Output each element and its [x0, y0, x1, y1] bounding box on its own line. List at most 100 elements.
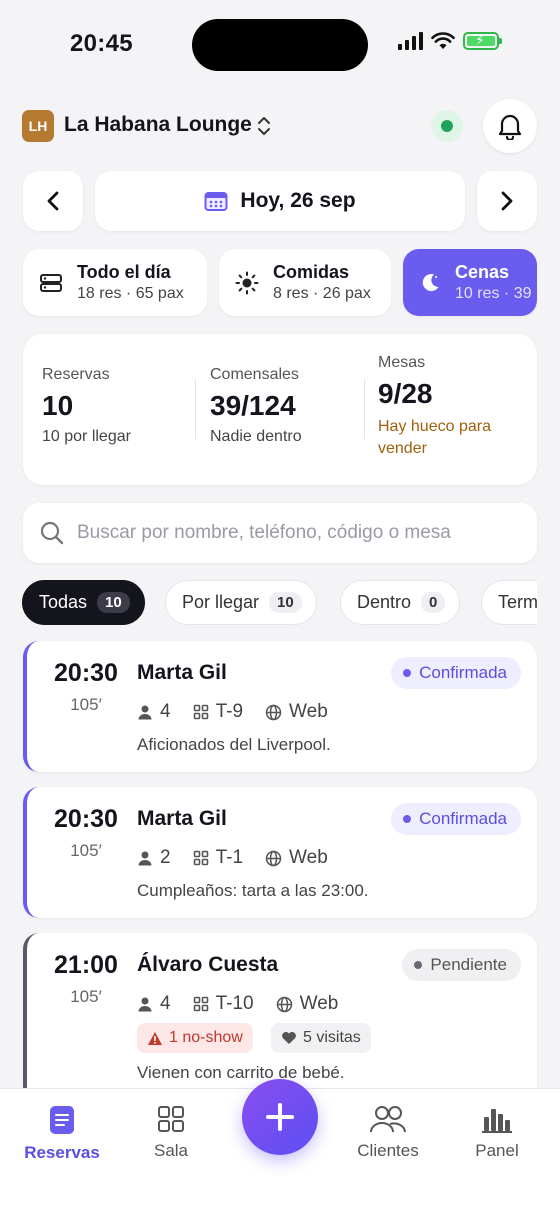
bell-icon — [498, 114, 522, 140]
date-selector[interactable]: Hoy, 26 sep — [95, 171, 465, 231]
source-label: Web — [289, 701, 328, 722]
service-subtitle: 8 res · 26 pax — [273, 285, 371, 302]
noshow-tag: 1 no-show — [137, 1023, 253, 1053]
bar-chart-icon — [482, 1109, 512, 1133]
nav-label: Panel — [475, 1141, 519, 1160]
service-tab-comidas[interactable]: Comidas 8 res · 26 pax — [219, 249, 391, 316]
stat-divider — [195, 379, 196, 439]
notifications-button[interactable] — [483, 99, 537, 153]
chevron-right-icon — [501, 191, 513, 211]
status-label: Pendiente — [430, 955, 507, 974]
status-label: Confirmada — [419, 809, 507, 828]
status-badge[interactable]: Confirmada — [391, 803, 521, 835]
moon-icon — [422, 273, 439, 291]
status-badge[interactable]: Pendiente — [402, 949, 521, 981]
table-grid-icon — [193, 704, 208, 720]
reservation-card[interactable]: 20:30 105′ Marta Gil Confirmada 2 T-1 We… — [23, 787, 537, 918]
table-grid-icon — [193, 996, 208, 1012]
chip-label: Dentro — [357, 592, 412, 612]
service-title: Cenas — [455, 262, 510, 282]
stat-sub: 10 por llegar — [42, 428, 131, 445]
prev-day-button[interactable] — [23, 171, 83, 231]
reservation-duration: 105′ — [70, 987, 102, 1006]
service-tab-todo-el-dia[interactable]: Todo el día 18 res · 65 pax — [23, 249, 207, 316]
chip-count: 0 — [421, 592, 446, 613]
venue-avatar[interactable]: LH — [22, 110, 54, 142]
globe-icon — [276, 996, 292, 1012]
reservation-card[interactable]: 21:00 105′ Álvaro Cuesta Pendiente 4 T-1… — [23, 933, 537, 1103]
status-time: 20:45 — [70, 30, 133, 57]
nav-label: Clientes — [357, 1141, 419, 1160]
service-tab-cenas[interactable]: Cenas 10 res · 39 — [403, 249, 537, 316]
next-day-button[interactable] — [477, 171, 537, 231]
online-status-indicator — [431, 110, 463, 142]
list-icon — [40, 273, 62, 292]
status-badge[interactable]: Confirmada — [391, 657, 521, 689]
chip-count: 10 — [269, 592, 302, 613]
person-icon — [138, 997, 152, 1012]
signal-icon — [398, 32, 423, 50]
service-subtitle: 10 res · 39 — [455, 285, 532, 302]
calendar-icon — [204, 192, 228, 211]
nav-panel[interactable]: Panel — [447, 1105, 547, 1161]
add-reservation-button[interactable] — [242, 1079, 318, 1155]
dynamic-island — [192, 19, 368, 71]
nav-sala[interactable]: Sala — [121, 1105, 221, 1161]
stat-warning: Hay hueco para vender — [378, 418, 491, 457]
reservation-note: Aficionados del Liverpool. — [137, 735, 331, 754]
nav-reservas[interactable]: Reservas — [12, 1105, 112, 1163]
visits-label: 5 visitas — [303, 1029, 361, 1046]
stat-sub: Nadie dentro — [210, 428, 302, 445]
noshow-label: 1 no-show — [169, 1029, 243, 1046]
reservation-time: 20:30 — [54, 805, 118, 833]
chip-count: 10 — [97, 592, 130, 613]
filter-chip-por-llegar[interactable]: Por llegar 10 — [165, 580, 317, 625]
table-label: T-10 — [215, 993, 254, 1014]
reservation-meta: 4 T-9 Web — [137, 701, 328, 723]
filter-chip-todas[interactable]: Todas 10 — [22, 580, 145, 625]
pax-count: 4 — [160, 701, 171, 722]
wifi-icon — [431, 32, 455, 49]
search-input[interactable] — [77, 522, 507, 544]
guest-name: Álvaro Cuesta — [137, 953, 279, 976]
sun-icon — [235, 271, 259, 294]
reservation-meta: 2 T-1 Web — [137, 847, 328, 869]
service-title: Todo el día — [77, 262, 171, 282]
reservation-meta: 4 T-10 Web — [137, 993, 338, 1015]
source-label: Web — [299, 993, 339, 1014]
table-label: T-9 — [215, 701, 244, 722]
table-label: T-1 — [215, 847, 244, 868]
chevron-up-down-icon[interactable] — [256, 114, 272, 138]
reservation-time: 20:30 — [54, 659, 118, 687]
reservation-duration: 105′ — [70, 695, 102, 714]
stat-label: Comensales — [210, 366, 299, 383]
filter-chip-terminadas[interactable]: Term — [481, 580, 537, 625]
reservation-note: Cumpleaños: tarta a las 23:00. — [137, 881, 369, 900]
chip-label: Por llegar — [182, 592, 260, 612]
service-subtitle: 18 res · 65 pax — [77, 285, 184, 302]
visits-tag: 5 visitas — [271, 1023, 371, 1053]
stat-value: 9/28 — [378, 378, 433, 409]
status-label: Confirmada — [419, 663, 507, 682]
plus-icon — [266, 1103, 294, 1131]
date-label: Hoy, 26 sep — [240, 189, 356, 212]
reservation-note: Vienen con carrito de bebé. — [137, 1063, 345, 1082]
stat-divider — [364, 379, 365, 439]
venue-name[interactable]: La Habana Lounge — [64, 113, 252, 137]
table-grid-icon — [193, 850, 208, 866]
nav-clientes[interactable]: Clientes — [338, 1105, 438, 1161]
status-icons: ⚡ — [398, 32, 502, 50]
search-bar[interactable] — [23, 503, 537, 563]
reservations-icon — [50, 1106, 74, 1134]
nav-label: Sala — [153, 1141, 189, 1160]
pax-count: 2 — [160, 847, 171, 868]
nav-label: Reservas — [24, 1143, 100, 1162]
person-icon — [138, 705, 152, 720]
stats-card: Reservas 10 10 por llegar Comensales 39/… — [23, 334, 537, 485]
source-label: Web — [289, 847, 328, 868]
guest-name: Marta Gil — [137, 661, 227, 684]
stat-label: Reservas — [42, 366, 110, 383]
search-icon — [40, 521, 64, 545]
filter-chip-dentro[interactable]: Dentro 0 — [340, 580, 461, 625]
reservation-card[interactable]: 20:30 105′ Marta Gil Confirmada 4 T-9 We… — [23, 641, 537, 772]
